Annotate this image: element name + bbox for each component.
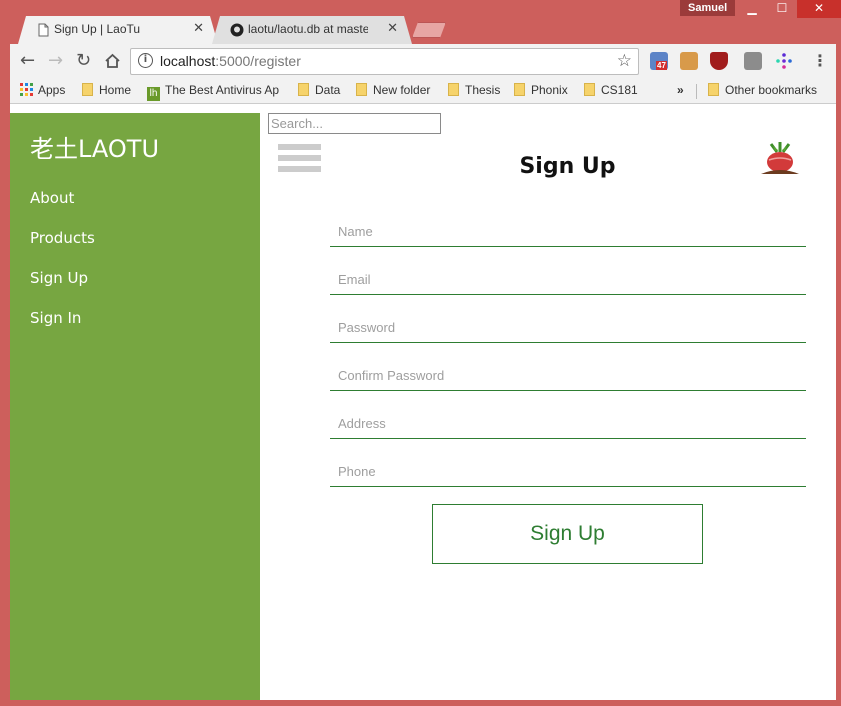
tab-title: Sign Up | LaoTu	[54, 22, 141, 36]
web-page: 老土LAOTU About Products Sign Up Sign In S…	[10, 104, 836, 700]
menu-kebab-icon[interactable]: ⋮	[812, 51, 828, 70]
bookmark-home[interactable]: Home	[82, 83, 131, 97]
sidebar-item-products[interactable]: Products	[30, 229, 95, 247]
extension-honey-icon[interactable]	[680, 52, 698, 70]
window-frame-bottom	[0, 700, 841, 706]
info-icon[interactable]: i	[138, 53, 153, 68]
confirm-password-field[interactable]	[330, 361, 806, 391]
name-field[interactable]	[330, 217, 806, 247]
sidebar-item-sign-up[interactable]: Sign Up	[30, 269, 88, 287]
url-text: localhost:5000/register	[160, 53, 301, 69]
home-icon[interactable]	[104, 53, 121, 69]
address-bar[interactable]: i localhost:5000/register ☆	[130, 48, 639, 75]
radish-logo-icon	[761, 142, 799, 174]
bookmark-phonix[interactable]: Phonix	[514, 83, 568, 97]
email-field[interactable]	[330, 265, 806, 295]
folder-icon	[584, 83, 595, 96]
brand-logo[interactable]: 老土LAOTU	[30, 129, 159, 164]
github-icon	[230, 23, 244, 37]
folder-icon	[356, 83, 367, 96]
back-arrow-icon[interactable]: ←	[20, 52, 35, 70]
page-title: Sign Up	[519, 154, 616, 179]
lh-site-icon: lh	[147, 87, 160, 101]
apps-grid-icon	[20, 83, 33, 96]
bookmarks-overflow-chevron[interactable]: »	[677, 83, 684, 97]
folder-icon	[514, 83, 525, 96]
bookmark-thesis[interactable]: Thesis	[448, 83, 500, 97]
search-input[interactable]	[268, 113, 441, 134]
sidebar-item-sign-in[interactable]: Sign In	[30, 309, 81, 327]
bookmark-new-folder[interactable]: New folder	[356, 83, 430, 97]
bookmark-cs181[interactable]: CS181	[584, 83, 638, 97]
tab-github[interactable]: laotu/laotu.db at master ✕	[212, 16, 412, 44]
bookmark-other[interactable]: Other bookmarks	[708, 83, 817, 97]
folder-icon	[82, 83, 93, 96]
new-tab-button[interactable]	[412, 22, 446, 38]
password-field[interactable]	[330, 313, 806, 343]
tab-sign-up[interactable]: Sign Up | LaoTu ✕	[18, 16, 218, 44]
maximize-icon[interactable]: ☐	[767, 0, 797, 18]
window-close-icon[interactable]: ✕	[797, 0, 841, 18]
folder-icon	[708, 83, 719, 96]
extension-dots-icon[interactable]	[775, 52, 793, 70]
close-tab-icon[interactable]: ✕	[387, 21, 398, 36]
browser-toolbar: ← → ↻ i localhost:5000/register ☆ 47 ⋮	[10, 44, 836, 79]
bookmark-apps[interactable]: Apps	[20, 83, 65, 97]
bookmark-star-icon[interactable]: ☆	[617, 51, 632, 71]
extension-badge: 47	[656, 61, 667, 70]
profile-name[interactable]: Samuel	[680, 0, 736, 16]
reload-icon[interactable]: ↻	[76, 52, 91, 70]
extension-shield-icon[interactable]	[710, 52, 728, 70]
sidebar-item-about[interactable]: About	[30, 189, 74, 207]
bookmark-data[interactable]: Data	[298, 83, 340, 97]
browser-titlebar: Sign Up | LaoTu ✕ laotu/laotu.db at mast…	[0, 0, 841, 44]
folder-icon	[448, 83, 459, 96]
forward-arrow-icon[interactable]: →	[48, 52, 63, 70]
hamburger-menu-icon[interactable]	[278, 144, 321, 174]
tab-title: laotu/laotu.db at master	[248, 22, 368, 36]
bookmarks-bar: Apps Home lh The Best Antivirus Ap Data N…	[10, 79, 836, 104]
page-icon	[38, 23, 49, 37]
folder-icon	[298, 83, 309, 96]
bookmarks-divider	[696, 84, 697, 99]
phone-field[interactable]	[330, 457, 806, 487]
minimize-icon[interactable]: ▁	[737, 0, 767, 18]
address-field[interactable]	[330, 409, 806, 439]
sign-up-button[interactable]: Sign Up	[432, 504, 703, 564]
extension-gray-icon[interactable]	[744, 52, 762, 70]
extension-calendar-icon[interactable]: 47	[650, 52, 668, 70]
sidebar: 老土LAOTU About Products Sign Up Sign In	[10, 113, 260, 700]
close-tab-icon[interactable]: ✕	[193, 21, 204, 36]
bookmark-antivirus[interactable]: lh The Best Antivirus Ap	[147, 83, 281, 101]
